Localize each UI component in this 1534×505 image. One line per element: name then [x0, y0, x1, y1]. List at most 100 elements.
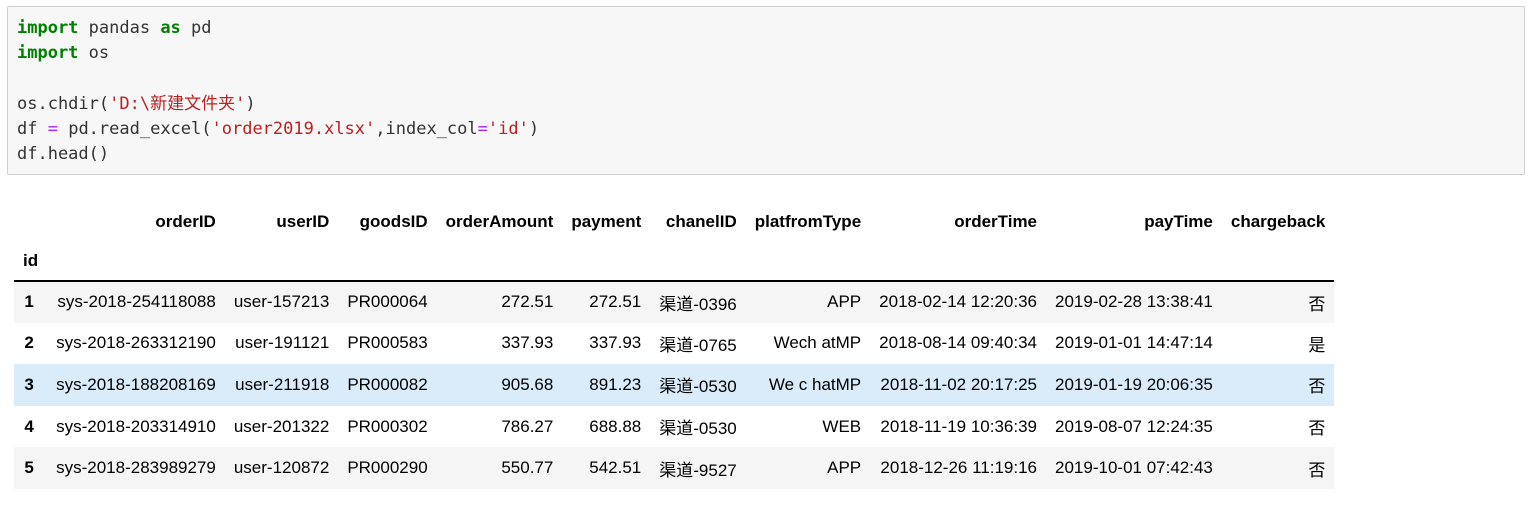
- table-cell: 891.23: [589, 374, 642, 394]
- row-index: 1: [24, 292, 34, 312]
- table-row: 1 sys-2018-254118088 user-157213 PR000064 27…: [14, 281, 1335, 323]
- column-header: payTime: [1144, 212, 1213, 231]
- table-cell: 2018-02-14 12:20:36: [879, 292, 1038, 312]
- table-cell: 否: [1308, 460, 1326, 480]
- code-token: 'id': [487, 119, 529, 140]
- output-area: orderID userID goodsID orderAmount payment ch…: [14, 202, 1335, 489]
- index-corner: [14, 202, 47, 242]
- table-cell: 渠道-0530: [659, 377, 737, 397]
- code-token: =: [47, 119, 58, 140]
- table-cell: 337.93: [589, 333, 642, 353]
- code-token: ): [528, 119, 540, 140]
- row-index: 3: [24, 374, 34, 394]
- code-token: pd.read_excel(: [57, 119, 212, 140]
- column-header: orderAmount: [445, 212, 554, 231]
- index-name: id: [23, 251, 39, 270]
- code-token: os: [78, 43, 110, 64]
- column-header: chanelID: [665, 212, 737, 231]
- table-cell: 否: [1308, 294, 1326, 314]
- row-index: 2: [24, 333, 34, 353]
- table-row: 3 sys-2018-188208169 user-211918 PR000082 90…: [14, 364, 1335, 406]
- table-cell: 2019-08-07 12:24:35: [1055, 416, 1213, 436]
- table-cell: sys-2018-283989279: [56, 458, 216, 478]
- index-name-filler: [47, 242, 1334, 281]
- code-token: import: [17, 18, 79, 38]
- code-token: ): [245, 93, 256, 114]
- table-cell: 2019-10-01 07:42:43: [1055, 458, 1213, 478]
- code-token: pandas: [78, 18, 161, 38]
- table-cell: WEB: [822, 416, 862, 436]
- table-cell: PR000290: [347, 458, 428, 478]
- table-cell: 是: [1308, 335, 1326, 355]
- column-header: userID: [276, 212, 330, 231]
- table-cell: PR000302: [347, 416, 428, 436]
- table-cell: 2019-02-28 13:38:41: [1055, 292, 1213, 312]
- table-cell: 2019-01-01 14:47:14: [1055, 333, 1213, 353]
- table-cell: 2018-11-19 10:36:39: [880, 416, 1038, 436]
- table-cell: PR000583: [347, 333, 428, 353]
- table-cell: 272.51: [501, 292, 554, 312]
- code-token: as: [160, 18, 181, 38]
- table-cell: 渠道-0396: [659, 294, 737, 314]
- table-cell: PR000064: [347, 292, 428, 312]
- column-header-row: orderID userID goodsID orderAmount payment ch…: [14, 202, 1334, 242]
- code-line: df.head(): [17, 142, 539, 167]
- table-cell: 渠道-9527: [659, 460, 737, 480]
- table-cell: 否: [1308, 419, 1326, 439]
- table-cell: APP: [827, 292, 862, 312]
- code-cell[interactable]: import pandas as pd import os os.chdir('D:…: [7, 6, 1525, 175]
- table-cell: 272.51: [589, 292, 642, 312]
- table-cell: 688.88: [589, 416, 642, 436]
- code-token: ,index_col: [375, 119, 478, 140]
- table-cell: 786.27: [501, 416, 554, 436]
- column-header: payment: [571, 212, 642, 231]
- code-token: 'order2019.xlsx': [211, 119, 376, 140]
- table-row: 4 sys-2018-203314910 user-201322 PR000302 78…: [14, 405, 1335, 448]
- table-cell: user-211918: [235, 374, 330, 394]
- table-cell: sys-2018-254118088: [57, 292, 216, 312]
- table-row: 2 sys-2018-263312190 user-191121 PR000583 33…: [14, 322, 1335, 365]
- table-row: 5 sys-2018-283989279 user-120872 PR000290 55…: [14, 447, 1335, 489]
- table-cell: 2018-11-02 20:17:25: [880, 374, 1038, 394]
- code-token: os.chdir(: [17, 93, 110, 114]
- table-cell: sys-2018-203314910: [56, 416, 216, 436]
- code-token: pd: [180, 18, 212, 38]
- column-header: chargeback: [1230, 212, 1326, 231]
- table-cell: 337.93: [501, 333, 554, 353]
- table-cell: 550.77: [501, 458, 554, 478]
- code-token: import: [17, 43, 79, 64]
- table-cell: user-157213: [233, 292, 330, 312]
- table-cell: APP: [827, 458, 862, 478]
- table-cell: 渠道-0530: [659, 419, 737, 439]
- column-header: orderID: [155, 212, 216, 231]
- table-cell: user-120872: [233, 458, 330, 478]
- code-line: import os: [17, 41, 539, 66]
- row-index: 5: [24, 458, 34, 478]
- row-index: 4: [24, 416, 34, 436]
- table-cell: user-201322: [233, 416, 330, 436]
- table-cell: 2019-01-19 20:06:35: [1055, 374, 1213, 394]
- table-cell: 905.68: [501, 374, 554, 394]
- code-token: =: [477, 119, 488, 140]
- code-token: df: [17, 119, 48, 140]
- table-cell: Wech atMP: [773, 333, 862, 353]
- table-cell: 542.51: [589, 458, 642, 478]
- table-cell: user-191121: [235, 333, 330, 353]
- table-cell: 渠道-0765: [659, 335, 737, 355]
- column-header: orderTime: [954, 212, 1038, 231]
- table-cell: We c hatMP: [768, 374, 862, 394]
- code-editor[interactable]: import pandas as pd import os os.chdir('D:…: [17, 16, 539, 168]
- column-header: goodsID: [359, 212, 428, 231]
- table-cell: 否: [1308, 377, 1326, 397]
- table-cell: sys-2018-188208169: [56, 374, 216, 394]
- code-token: df.head(): [17, 144, 110, 165]
- table-cell: 2018-12-26 11:19:16: [880, 458, 1038, 478]
- table-cell: sys-2018-263312190: [56, 333, 216, 353]
- table-cell: 2018-08-14 09:40:34: [879, 333, 1038, 353]
- table-body: 1 sys-2018-254118088 user-157213 PR000064 27…: [14, 281, 1335, 489]
- table-cell: PR000082: [347, 374, 428, 394]
- code-line: import pandas as pd: [17, 16, 539, 41]
- code-line: df = pd.read_excel('order2019.xlsx',inde…: [17, 117, 539, 142]
- column-header: platfromType: [754, 212, 862, 231]
